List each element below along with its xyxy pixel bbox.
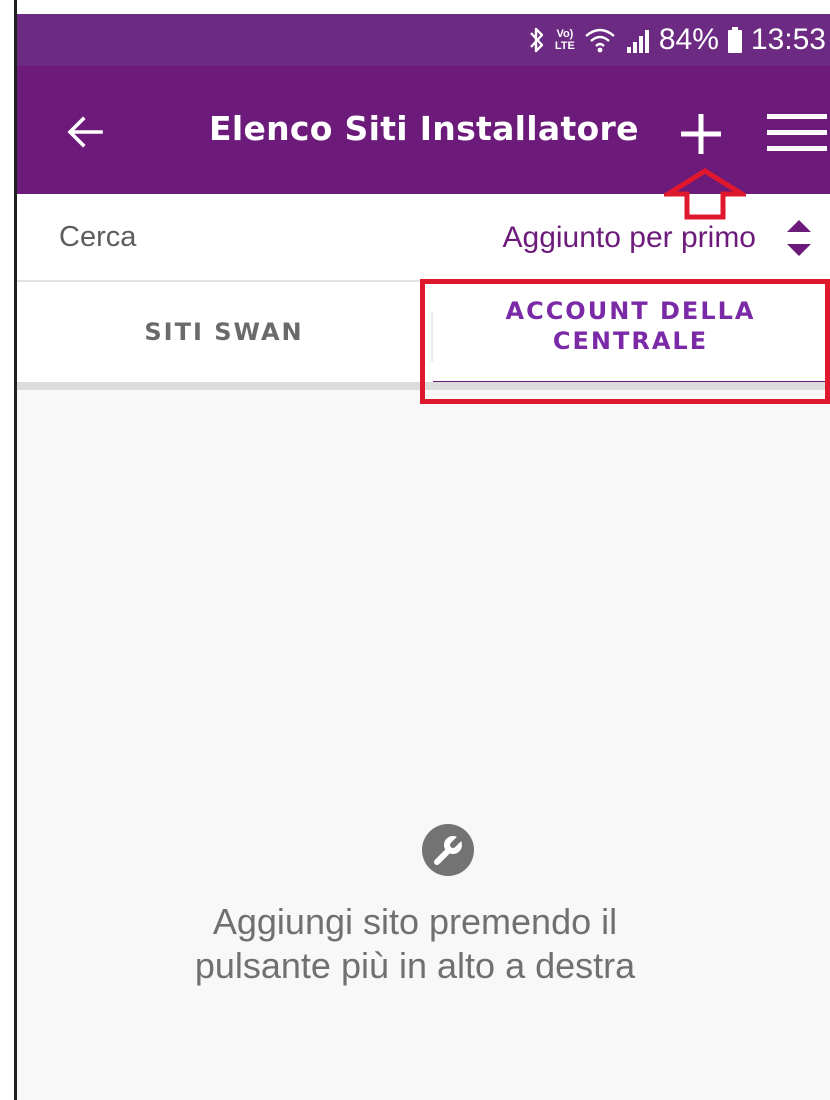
- status-bar: Vo) LTE 84% 13:53: [17, 14, 830, 66]
- bluetooth-icon: [530, 27, 544, 53]
- hamburger-menu-icon[interactable]: [767, 110, 827, 156]
- screenshot-border-line: [14, 0, 17, 1100]
- back-arrow-icon[interactable]: [61, 108, 109, 156]
- signal-icon: [626, 30, 649, 53]
- empty-state-text: Aggiungi sito premendo il pulsante più i…: [194, 901, 636, 986]
- plus-icon[interactable]: [673, 106, 729, 162]
- wrench-icon: [422, 824, 474, 876]
- tab-siti-swan[interactable]: SITI SWAN: [17, 282, 431, 382]
- status-icons: Vo) LTE 84% 13:53: [527, 14, 826, 66]
- volte-label: Vo): [556, 28, 574, 40]
- wifi-icon: [585, 28, 615, 53]
- empty-state-area: Aggiungi sito premendo il pulsante più i…: [17, 390, 830, 1100]
- lte-label: LTE: [554, 40, 575, 52]
- page-title: Elenco Siti Installatore: [209, 109, 639, 148]
- empty-state-message: Aggiungi sito premendo il pulsante più i…: [0, 900, 830, 988]
- battery-icon: [727, 27, 742, 53]
- up-arrow-annotation-icon: [664, 168, 746, 220]
- clock: 13:53: [750, 23, 826, 56]
- sort-selector-label[interactable]: Aggiunto per primo: [503, 216, 756, 260]
- screenshot-border-top: [0, 0, 830, 14]
- search-input[interactable]: [59, 212, 339, 262]
- highlight-box-annotation: [420, 279, 830, 404]
- volte-lte-icon: Vo) LTE: [555, 28, 575, 52]
- sort-toggle-icon[interactable]: [782, 214, 816, 262]
- battery-percent: 84%: [658, 23, 719, 56]
